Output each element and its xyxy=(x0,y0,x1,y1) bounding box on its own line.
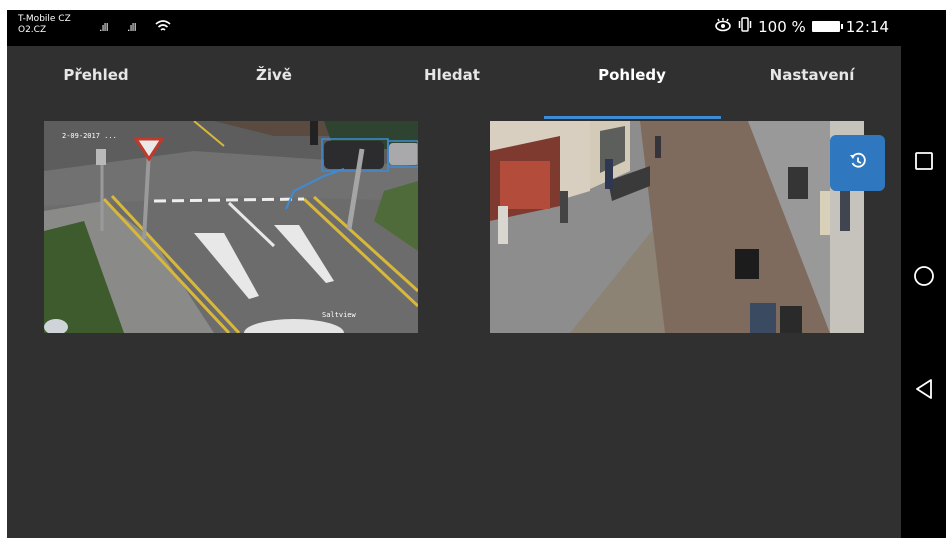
home-button[interactable] xyxy=(909,263,939,293)
android-nav-bar xyxy=(901,10,946,538)
eye-icon xyxy=(714,17,732,36)
signal-1-icon: .ıll xyxy=(99,21,109,34)
tab-bar: Přehled Živě Hledat Pohledy Nastavení xyxy=(7,46,901,120)
tab-hledat[interactable]: Hledat xyxy=(424,66,480,84)
carrier-info: T-Mobile CZ O2.CZ xyxy=(18,14,71,36)
recents-icon xyxy=(914,151,934,175)
tab-pohledy[interactable]: Pohledy xyxy=(598,66,666,84)
camera-view-intersection[interactable]: 2-09-2017 ... Saltview xyxy=(44,121,418,333)
recents-button[interactable] xyxy=(909,148,939,178)
back-icon xyxy=(914,378,934,404)
signal-2-icon: .ıll xyxy=(127,21,137,34)
camera-timestamp: 2-09-2017 ... xyxy=(62,132,117,140)
wifi-icon xyxy=(155,18,171,37)
history-button[interactable] xyxy=(830,135,885,191)
battery-percent: 100 % xyxy=(758,17,806,36)
camera-view-street[interactable] xyxy=(490,121,864,333)
tab-zive[interactable]: Živě xyxy=(256,66,292,84)
app-screen: T-Mobile CZ O2.CZ .ıll .ıll 100 % 12:14 … xyxy=(7,10,901,538)
clock: 12:14 xyxy=(845,17,889,36)
back-button[interactable] xyxy=(909,376,939,406)
vibrate-icon xyxy=(738,17,752,36)
battery-icon xyxy=(811,21,843,32)
status-bar: T-Mobile CZ O2.CZ .ıll .ıll 100 % 12:14 xyxy=(7,10,901,46)
carrier-primary: T-Mobile CZ xyxy=(18,14,71,24)
camera-watermark: Saltview xyxy=(322,311,356,319)
tab-nastaveni[interactable]: Nastavení xyxy=(770,66,855,84)
tab-prehled[interactable]: Přehled xyxy=(63,66,128,84)
active-tab-indicator xyxy=(544,116,721,119)
home-icon xyxy=(913,265,935,291)
history-icon xyxy=(848,151,868,175)
carrier-secondary: O2.CZ xyxy=(18,25,47,35)
